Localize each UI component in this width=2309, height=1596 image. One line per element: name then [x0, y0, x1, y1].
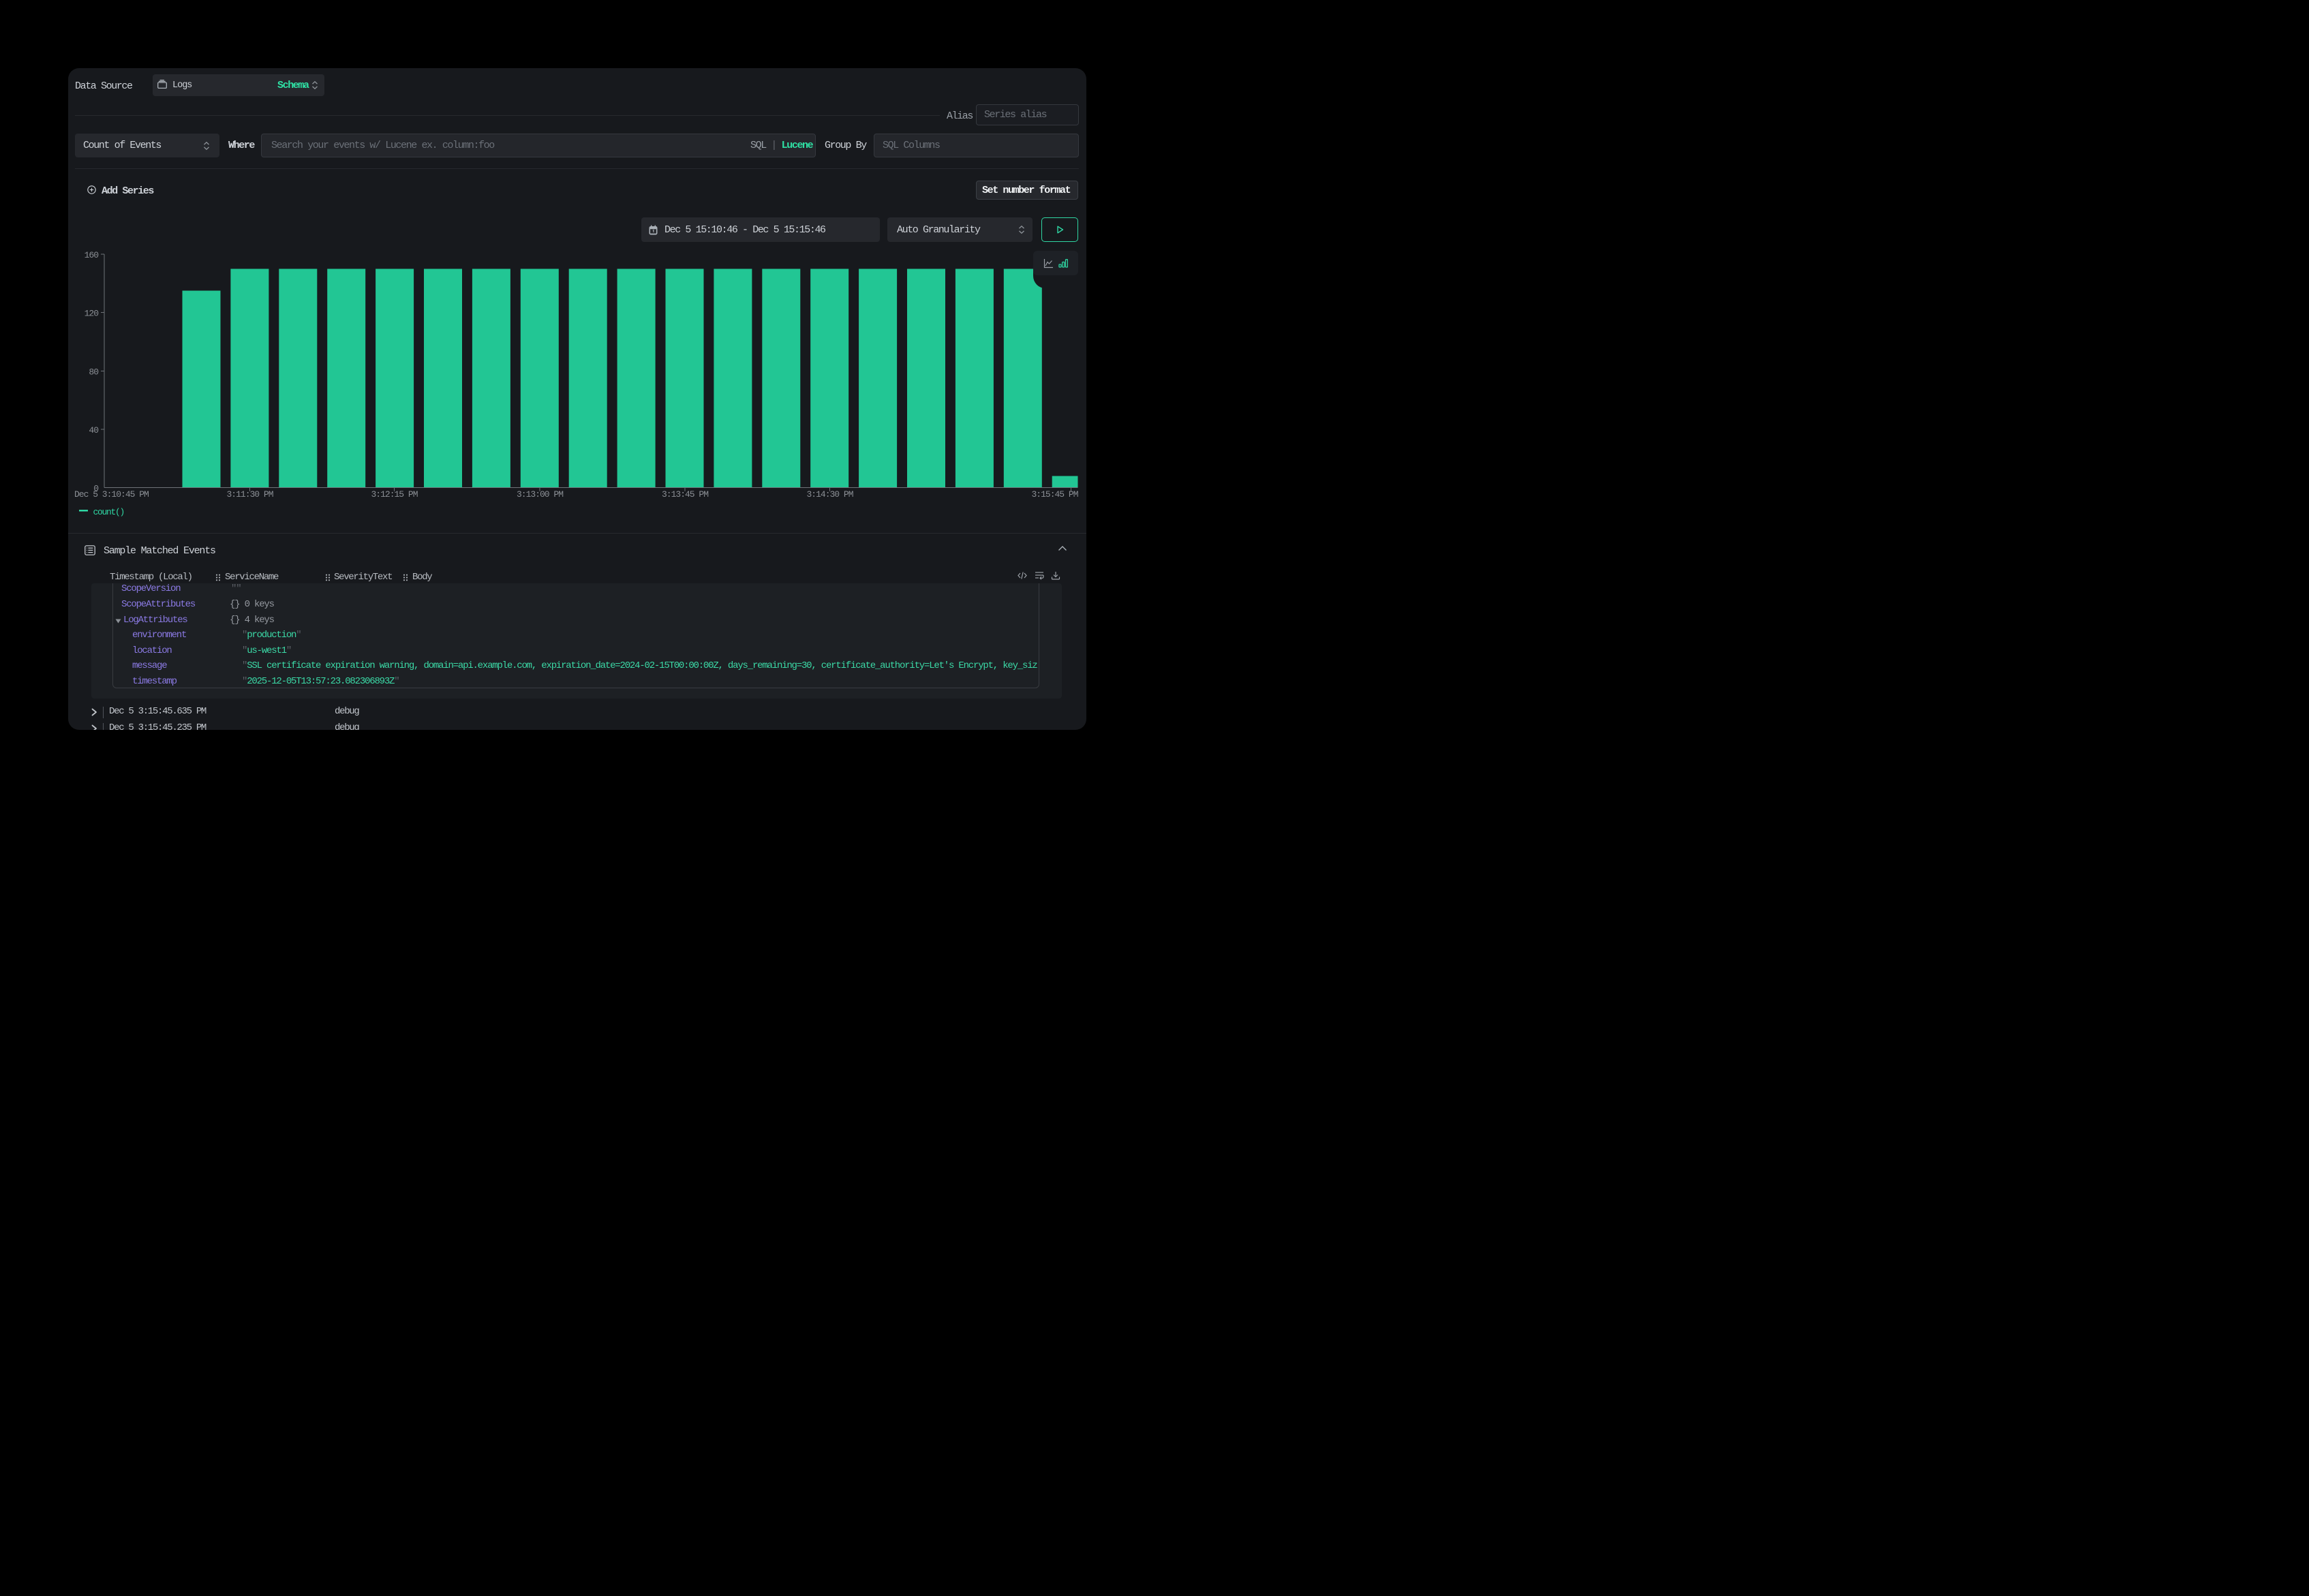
svg-text:3:11:30 PM: 3:11:30 PM — [226, 489, 273, 500]
svg-text:40: 40 — [89, 425, 98, 435]
svg-text:3:14:30 PM: 3:14:30 PM — [806, 489, 853, 500]
svg-text:3:12:15 PM: 3:12:15 PM — [371, 489, 417, 500]
svg-text:3:15:45 PM: 3:15:45 PM — [1031, 489, 1077, 500]
svg-text:Dec 5 3:10:45 PM: Dec 5 3:10:45 PM — [74, 489, 149, 500]
svg-text:80: 80 — [89, 367, 98, 378]
svg-text:3:13:00 PM: 3:13:00 PM — [517, 489, 563, 500]
svg-text:count(): count() — [93, 507, 125, 517]
svg-text:120: 120 — [85, 309, 99, 319]
svg-text:3:13:45 PM: 3:13:45 PM — [662, 489, 708, 500]
svg-text:160: 160 — [85, 250, 99, 260]
